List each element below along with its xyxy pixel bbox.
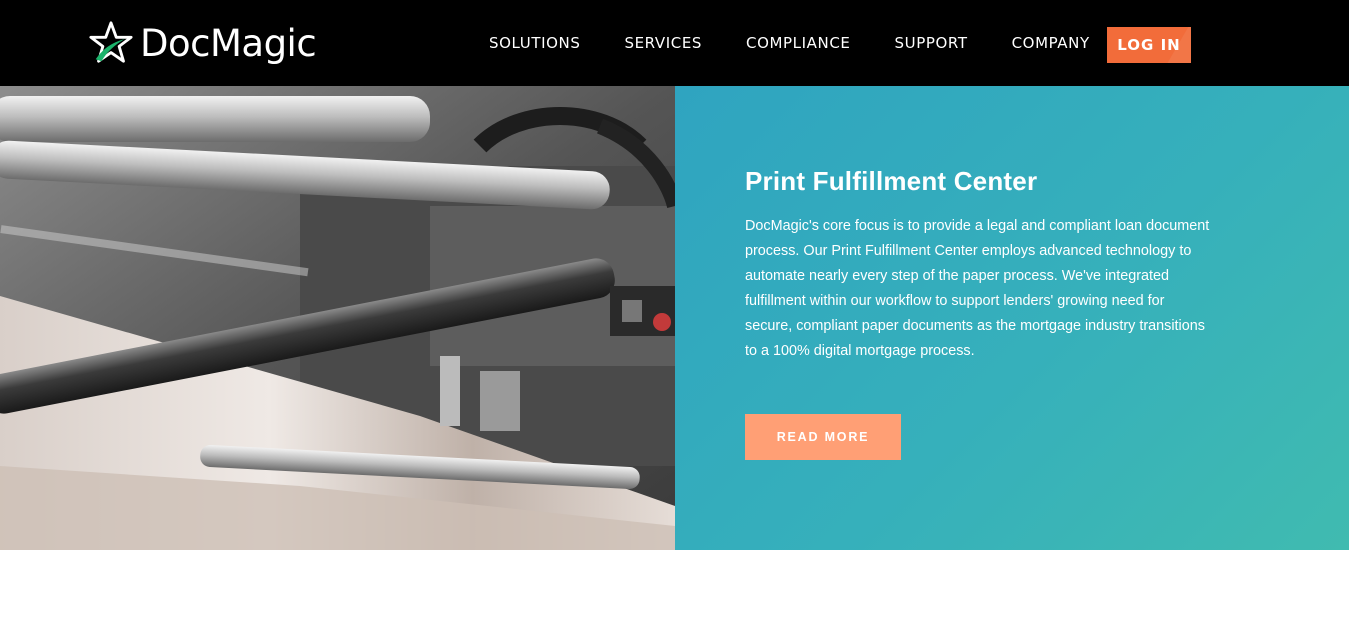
docmagic-logo[interactable]: DocMagic (88, 18, 317, 68)
nav-support[interactable]: SUPPORT (873, 34, 990, 52)
nav-services[interactable]: SERVICES (602, 34, 724, 52)
hero-content-panel: Print Fulfillment Center DocMagic's core… (675, 86, 1349, 550)
login-button[interactable]: LOG IN (1107, 27, 1191, 63)
hero-description: DocMagic's core focus is to provide a le… (745, 218, 1210, 359)
hero-title: Print Fulfillment Center (745, 166, 1038, 196)
site-header: DocMagic SOLUTIONS SERVICES COMPLIANCE S… (0, 0, 1349, 86)
nav-company[interactable]: COMPANY (990, 34, 1112, 52)
login-label: LOG IN (1117, 36, 1181, 54)
star-logo-icon (89, 21, 133, 63)
nav-solutions[interactable]: SOLUTIONS (467, 34, 602, 52)
printing-press-illustration (0, 86, 675, 550)
nav-compliance[interactable]: COMPLIANCE (724, 34, 872, 52)
read-more-button[interactable]: READ MORE (745, 414, 901, 460)
main-nav: SOLUTIONS SERVICES COMPLIANCE SUPPORT CO… (467, 0, 1112, 86)
logo-wordmark: DocMagic (140, 21, 317, 65)
printing-press-image (0, 86, 675, 550)
